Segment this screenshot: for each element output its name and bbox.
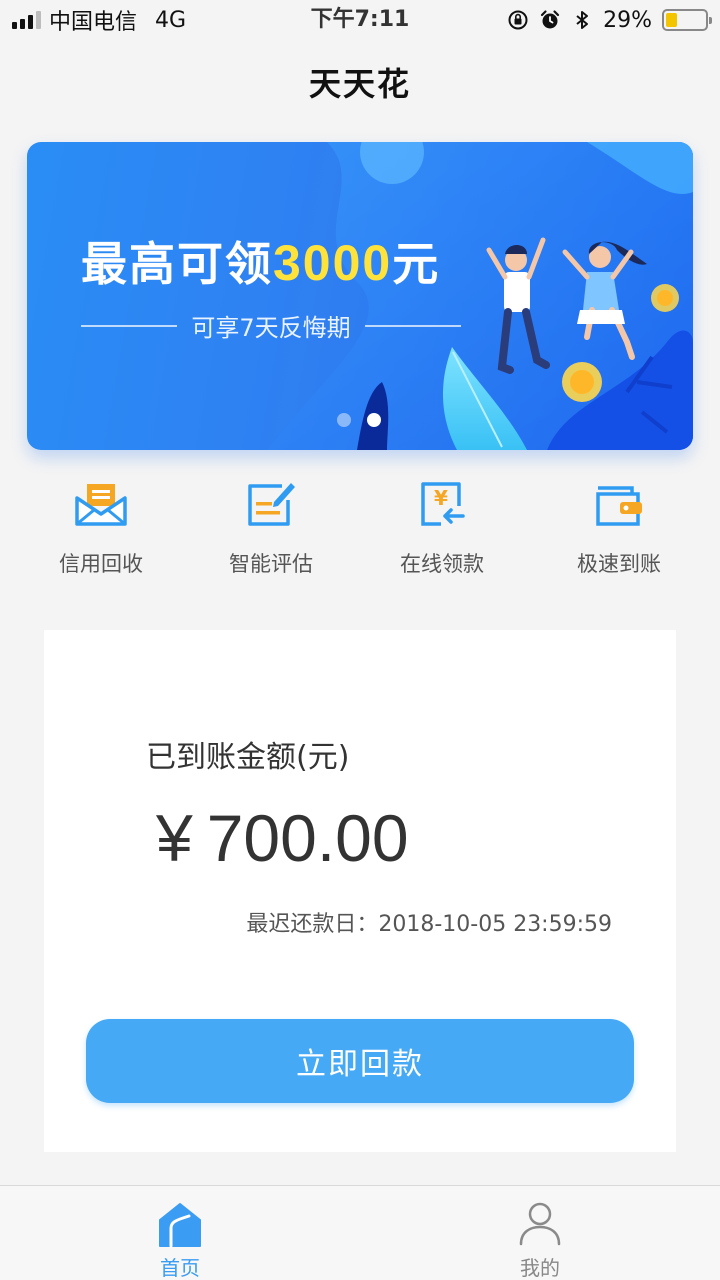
tab-home[interactable]: 首页	[80, 1186, 280, 1280]
banner-illustration	[267, 142, 693, 450]
divider	[81, 324, 178, 327]
feature-row: 信用回收 智能评估 ¥ 在线领款 极速到账	[0, 478, 720, 588]
tab-label: 首页	[160, 1256, 200, 1280]
carousel-dot[interactable]	[337, 413, 351, 427]
home-icon	[159, 1203, 201, 1248]
yen-document-icon: ¥	[421, 482, 465, 526]
feature-label: 智能评估	[229, 552, 313, 576]
feature-credit-recycle[interactable]: 信用回收	[26, 478, 176, 578]
loan-card: 已到账金额(元) ¥700.00 最迟还款日：2018-10-05 23:59:…	[44, 630, 676, 1152]
amount-label: 已到账金额(元)	[146, 740, 350, 775]
feature-label: 极速到账	[577, 552, 661, 576]
svg-text:¥: ¥	[434, 486, 448, 510]
banner-subline-text: 可享7天反悔期	[191, 314, 351, 342]
user-icon	[519, 1202, 561, 1246]
due-date-value: 2018-10-05 23:59:59	[378, 912, 612, 937]
feature-label: 信用回收	[59, 552, 143, 576]
banner-headline-post: 元	[392, 237, 441, 291]
bluetooth-icon	[576, 11, 589, 29]
repay-now-button[interactable]: 立即回款	[86, 1019, 634, 1103]
alarm-icon	[540, 10, 560, 29]
banner-headline: 最高可领 3000 元	[81, 228, 440, 294]
amount-number: 700.00	[206, 801, 409, 875]
tab-label: 我的	[520, 1256, 560, 1280]
due-date-label: 最迟还款日：	[246, 912, 379, 937]
envelope-icon	[75, 484, 127, 526]
divider	[364, 324, 461, 327]
network-type: 4G	[155, 7, 187, 33]
banner-subline: 可享7天反悔期	[81, 308, 461, 343]
banner-headline-amount: 3000	[273, 235, 393, 291]
feature-smart-assessment[interactable]: 智能评估	[196, 478, 346, 578]
status-bar: 中国电信 4G 29%	[0, 0, 720, 40]
tab-bar: 首页 我的	[0, 1185, 720, 1280]
battery-icon	[662, 9, 712, 31]
edit-document-icon	[248, 483, 295, 526]
nav-bar: 天天花	[0, 40, 720, 124]
feature-fast-arrival[interactable]: 极速到账	[544, 478, 694, 578]
feature-online-payout[interactable]: ¥ 在线领款	[367, 478, 517, 578]
carousel-indicator	[337, 413, 381, 427]
banner-headline-pre: 最高可领	[81, 237, 273, 291]
battery-percent: 29%	[603, 7, 652, 33]
orientation-lock-icon	[508, 10, 528, 30]
carrier-name: 中国电信	[49, 10, 138, 35]
amount-value: ¥700.00	[156, 800, 409, 876]
page-title: 天天花	[308, 65, 411, 103]
due-date: 最迟还款日：2018-10-05 23:59:59	[246, 906, 612, 938]
signal-icon	[12, 11, 41, 29]
wallet-icon	[596, 486, 642, 526]
carousel-dot-active[interactable]	[367, 413, 381, 427]
tab-mine[interactable]: 我的	[440, 1186, 640, 1280]
feature-label: 在线领款	[400, 552, 484, 576]
currency-symbol: ¥	[156, 801, 193, 875]
promo-banner[interactable]: 最高可领 3000 元 可享7天反悔期	[27, 142, 693, 450]
